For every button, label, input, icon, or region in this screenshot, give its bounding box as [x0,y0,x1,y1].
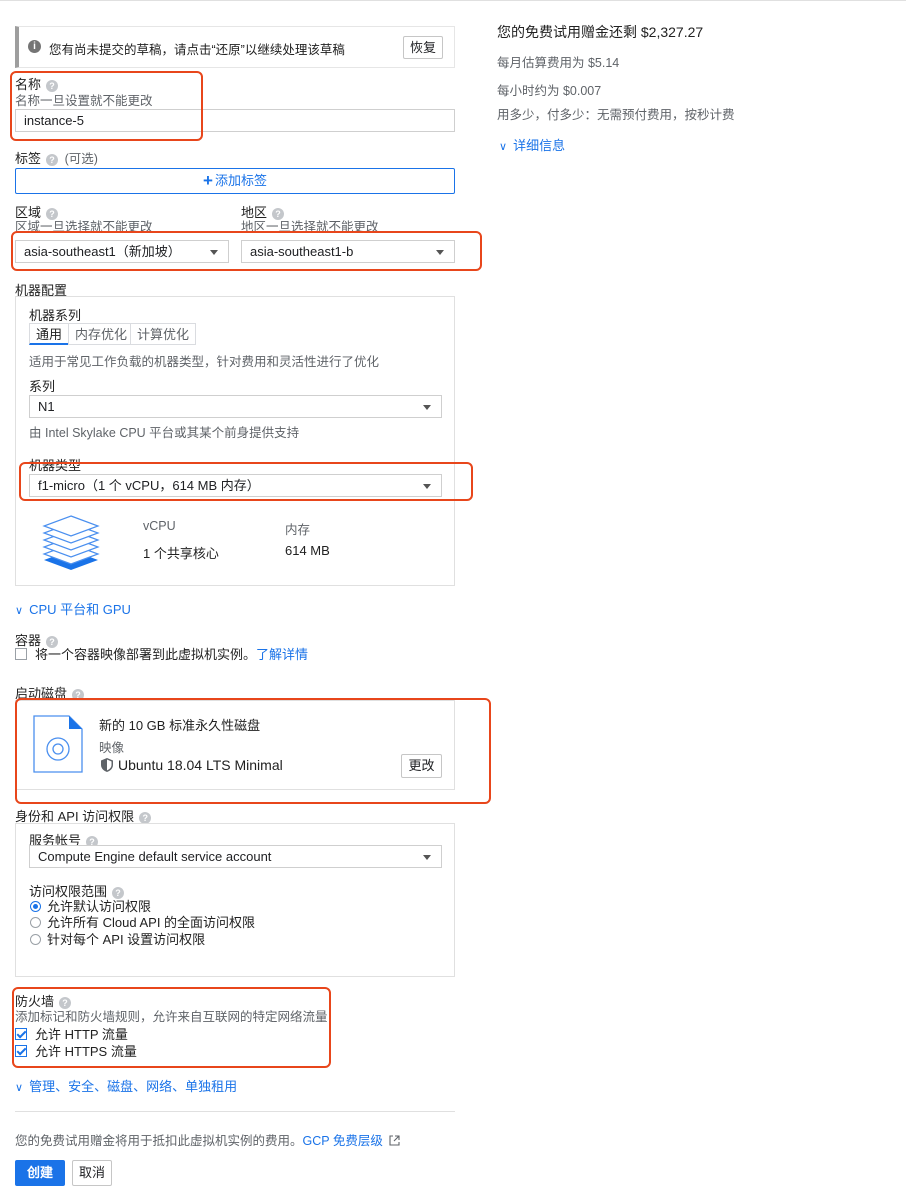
tab-memory-optimized[interactable]: 内存优化 [68,323,135,345]
cpu-gpu-text: CPU 平台和 GPU [29,602,131,617]
free-tier-link[interactable]: GCP 免费层级 [303,1134,383,1148]
draft-message: 您有尚未提交的草稿，请点击“还原”以继续处理该草稿 [49,43,345,57]
series-value: N1 [38,399,55,414]
radio-unselected[interactable] [30,934,41,945]
name-highlight [10,71,203,141]
vcpu-value: 1 个共享核心 [143,546,219,561]
chevron-down-icon [423,405,431,410]
footer-note: 您的免费试用赠金将用于抵扣此虚拟机实例的费用。 [15,1134,303,1148]
region-zone-highlight [11,231,482,271]
tab-general[interactable]: 通用 [29,323,70,345]
footer-divider [15,1111,455,1112]
identity-label: 身份和 API 访问权限 [15,809,135,824]
series-label: 系列 [29,379,56,394]
layers-icon [42,515,100,570]
pricing-title: 您的免费试用赠金还剩 $2,327.27 [497,24,704,40]
add-label-button[interactable]: + 添加标签 [15,168,455,194]
series-hint: 由 Intel Skylake CPU 平台或其某个前身提供支持 [29,426,300,440]
firewall-highlight [12,987,331,1068]
cpu-gpu-link[interactable]: ∨ CPU 平台和 GPU [15,599,131,618]
machine-type-highlight [19,462,473,501]
service-account-select[interactable]: Compute Engine default service account [29,845,442,868]
billing-note: 用多少，付多少：无需预付费用，按秒计费 [497,108,735,122]
learn-more-link[interactable]: 了解详情 [256,647,308,662]
series-select[interactable]: N1 [29,395,442,418]
expand-icon: ∨ [15,605,24,617]
container-checkbox[interactable] [15,648,27,660]
info-icon: i [28,40,41,53]
external-link-icon [389,1135,400,1149]
monthly-estimate: 每月估算费用为 $5.14 [497,56,620,70]
help-icon[interactable]: ? [46,153,59,166]
memory-header: 内存 [285,523,311,537]
vcpu-header: vCPU [143,519,176,533]
restore-draft-button[interactable]: 恢复 [403,36,443,59]
container-text: 将一个容器映像部署到此虚拟机实例。 [35,647,257,662]
boot-disk-highlight [15,698,491,804]
add-label-text: 添加标签 [214,173,267,188]
top-divider [0,0,906,1]
radio-selected[interactable] [30,901,41,912]
advanced-options-text: 管理、安全、磁盘、网络、单独租用 [29,1079,238,1094]
plus-icon: + [203,171,213,190]
scope-option-label: 允许所有 Cloud API 的全面访问权限 [47,915,256,930]
machine-family-tabs: 通用 内存优化 计算优化 [29,323,199,345]
scope-option-per-api[interactable]: 针对每个 API 设置访问权限 [30,929,205,948]
machine-family-label: 机器系列 [29,308,82,323]
radio-unselected[interactable] [30,917,41,928]
machine-family-hint: 适用于常见工作负载的机器类型，针对费用和灵活性进行了优化 [29,355,380,369]
advanced-options-link[interactable]: ∨ 管理、安全、磁盘、网络、单独租用 [15,1076,237,1095]
details-link[interactable]: ∨ 详细信息 [499,135,565,154]
details-text: 详细信息 [513,138,566,153]
chevron-down-icon [423,855,431,860]
tab-compute-optimized[interactable]: 计算优化 [130,323,197,345]
cancel-button[interactable]: 取消 [72,1160,112,1186]
create-button[interactable]: 创建 [15,1160,65,1186]
draft-banner: i 您有尚未提交的草稿，请点击“还原”以继续处理该草稿 恢复 [15,26,455,68]
labels-optional: (可选) [64,152,98,166]
scope-option-label: 针对每个 API 设置访问权限 [47,932,206,947]
memory-value: 614 MB [285,543,330,558]
hourly-estimate: 每小时约为 $0.007 [497,84,602,98]
labels-label: 标签 [15,151,42,166]
expand-icon: ∨ [15,1082,24,1094]
service-account-value: Compute Engine default service account [38,849,272,864]
expand-icon: ∨ [499,141,508,153]
help-icon[interactable]: ? [139,811,152,824]
